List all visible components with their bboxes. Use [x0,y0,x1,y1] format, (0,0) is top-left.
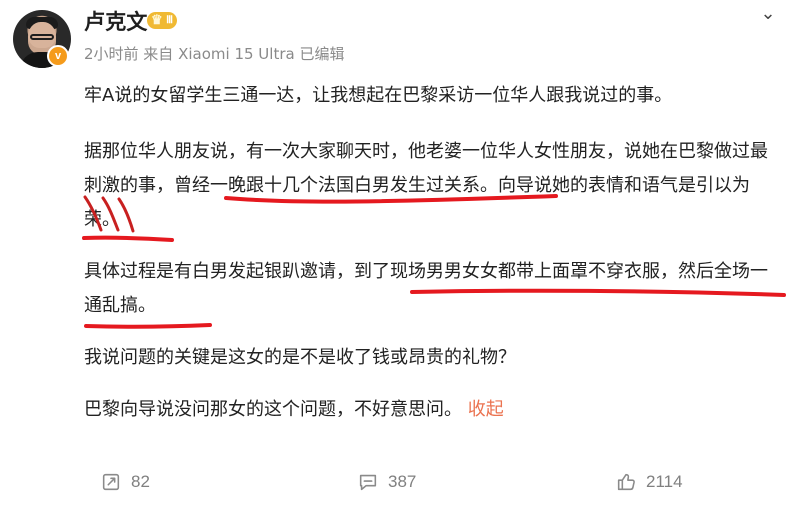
repost-button[interactable]: 82 [100,471,150,493]
weibo-post: v 卢克文 Ⅲ ⌄ 2小时前 来自 Xiaomi 15 Ultra 已编辑 牢A… [0,0,789,511]
repost-count: 82 [131,472,150,491]
verified-badge-icon: v [47,45,69,67]
post-paragraph-3-text: 具体过程是有白男发起银趴邀请，到了现场男男女女都带上面罩不穿衣服，然后全场一通乱… [84,261,768,316]
post-paragraph-4: 我说问题的关键是这女的是不是收了钱或昂贵的礼物？ [84,347,516,368]
author-name[interactable]: 卢克文 [84,9,148,35]
repost-icon [102,473,120,491]
collapse-link[interactable]: 收起 [468,399,504,420]
avatar-glasses-shape [30,34,54,40]
post-content: 牢A说的女留学生三通一达，让我想起在巴黎采访一位华人跟我说过的事。 据那位华人朋… [84,79,779,448]
chevron-down-icon[interactable]: ⌄ [760,5,776,23]
post-paragraph-2-text: 据那位华人朋友说，有一次大家聊天时，他老婆一位华人女性朋友，说她在巴黎做过最刺激… [84,141,768,230]
comment-count: 387 [388,472,417,491]
post-paragraph-2: 据那位华人朋友说，有一次大家聊天时，他老婆一位华人女性朋友，说她在巴黎做过最刺激… [84,135,779,237]
comment-button[interactable]: 387 [357,471,416,493]
like-icon [617,473,635,491]
post-action-bar: 82 387 2114 [0,461,789,501]
post-paragraph-5: 巴黎向导说没问那女的这个问题，不好意思问。 收起 [84,399,504,420]
post-paragraph-1: 牢A说的女留学生三通一达，让我想起在巴黎采访一位华人跟我说过的事。 [84,85,673,106]
like-button[interactable]: 2114 [615,471,683,493]
post-meta: 2小时前 来自 Xiaomi 15 Ultra 已编辑 [84,45,345,63]
comment-icon [359,474,377,491]
level-badge-icon: Ⅲ [147,12,177,29]
like-count: 2114 [646,472,683,491]
post-paragraph-3: 具体过程是有白男发起银趴邀请，到了现场男男女女都带上面罩不穿衣服，然后全场一通乱… [84,255,779,323]
